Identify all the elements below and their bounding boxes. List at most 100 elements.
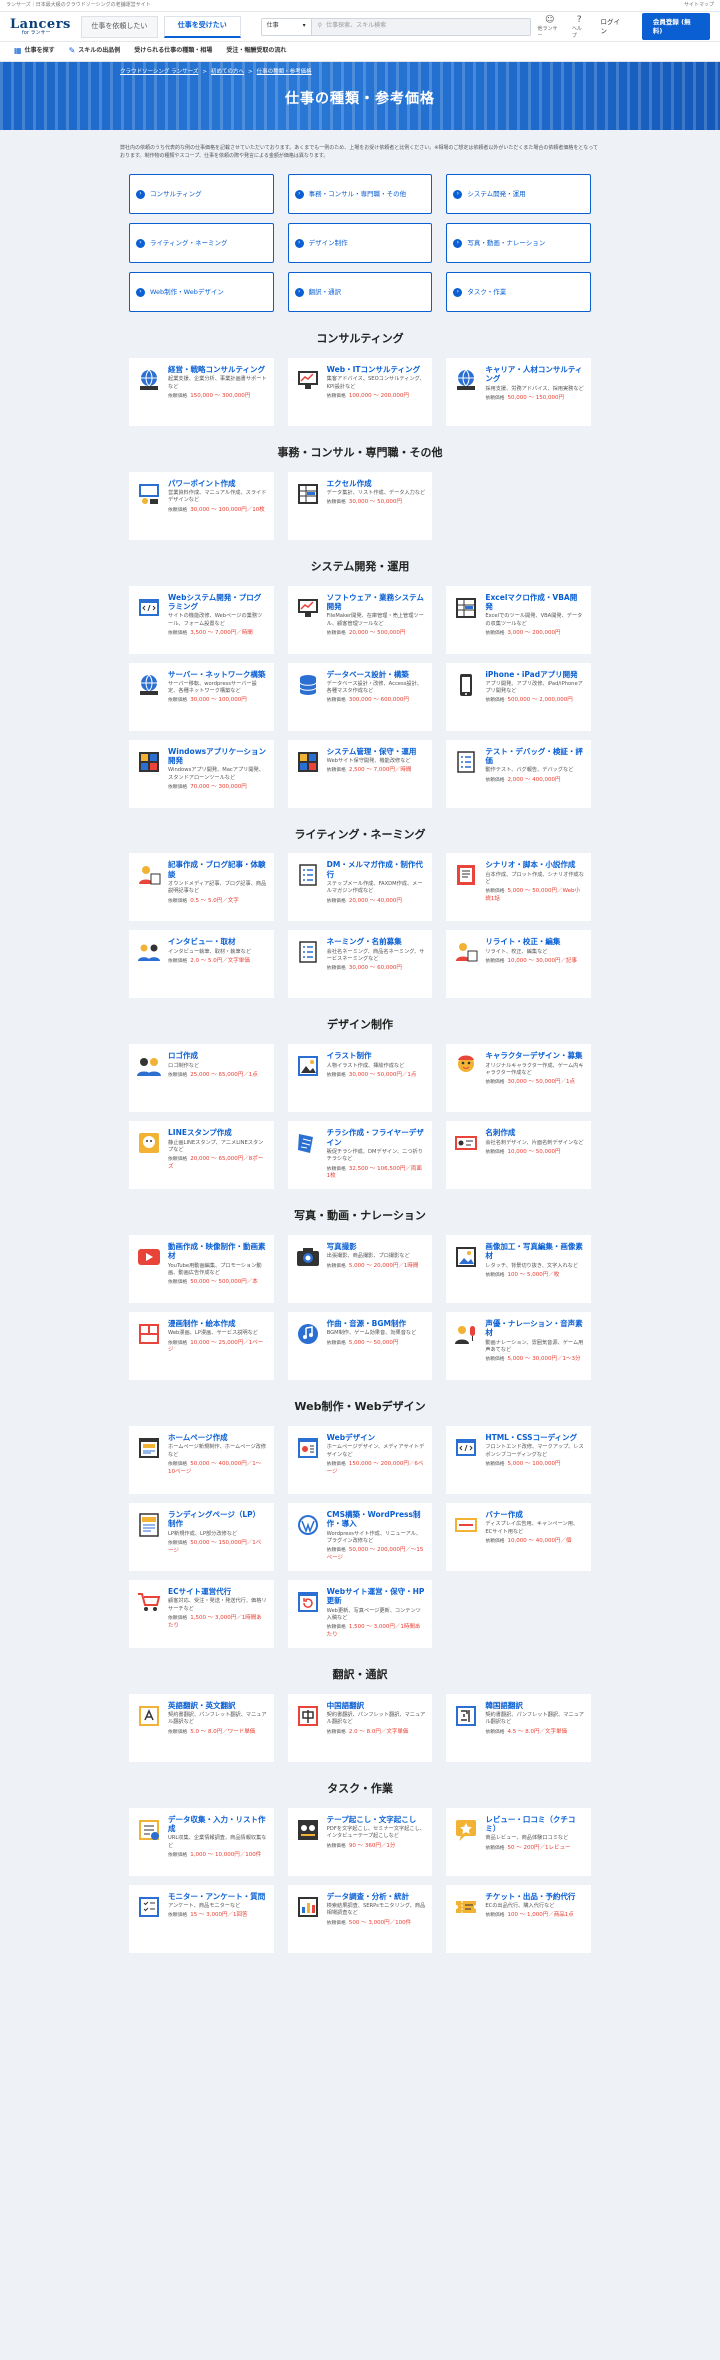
job-card[interactable]: ロゴ作成 ロゴ制作など 依頼価格 25,000 〜 65,000円／1点 [129, 1044, 274, 1113]
job-title-link[interactable]: CMS構築・WordPress制作・導入 [327, 1510, 426, 1529]
job-card[interactable]: チケット・出品・予約代行 ECの出品代行、購入代行など 依頼価格 100 〜 1,00… [446, 1884, 591, 1953]
other-lancer-link[interactable]: ☺ 他ランサー [537, 14, 561, 40]
category-link[interactable]: › タスク・作業 [446, 272, 591, 312]
job-card[interactable]: データ調査・分析・統計 検索結果調査、SERPsモニタリング、商品相場調査など 依頼… [287, 1884, 433, 1953]
search-input[interactable]: ⚲ 仕事探索、スキル検索 [311, 18, 531, 35]
job-card[interactable]: キャラクターデザイン・募集 オリジナルキャラクター作成、ゲーム内キャラクター作成な… [446, 1044, 591, 1113]
subnav-flow[interactable]: 受注・報酬受取の流れ [226, 47, 286, 55]
job-title-link[interactable]: Webデザイン [327, 1433, 426, 1442]
help-link[interactable]: ? ヘルプ [572, 14, 587, 40]
category-link[interactable]: › コンサルティング [129, 174, 274, 214]
job-title-link[interactable]: ランディングページ（LP）制作 [168, 1510, 267, 1529]
job-card[interactable]: ECサイト運営代行 顧客対応、受注・発送・発送代行、価格リサーチなど 依頼価格 1,5… [129, 1579, 274, 1648]
job-card[interactable]: バナー作成 ディスプレイ広告用、キャンペーン用、ECサイト用など 依頼価格 10,00… [446, 1502, 591, 1571]
job-card[interactable]: 記事作成・ブログ記事・体験談 オウンドメディア記事、ブログ記事、商品説明記事など依… [129, 853, 274, 922]
job-title-link[interactable]: イラスト制作 [327, 1051, 426, 1060]
job-title-link[interactable]: 画像加工・写真編集・画像素材 [485, 1242, 584, 1261]
job-card[interactable]: ソフトウェア・業務システム開発 FileMaker開発、在庫管理・売上管理ツール、… [287, 585, 433, 654]
job-card[interactable]: HTML・CSSコーディング フロントエンド改修、マークアップ、レスポンシブコーデ… [446, 1425, 591, 1494]
job-title-link[interactable]: Windowsアプリケーション開発 [168, 747, 267, 766]
job-card[interactable]: Windowsアプリケーション開発 Windowsアプリ開発、Macアプリ開発、ス… [129, 739, 274, 808]
job-title-link[interactable]: DM・メルマガ作成・制作代行 [327, 860, 426, 879]
job-card[interactable]: 英語翻訳・英文翻訳 契約書翻訳、パンフレット翻訳、マニュアル翻訳など 依頼価格 5.0… [129, 1693, 274, 1762]
job-title-link[interactable]: インタビュー・取材 [168, 937, 267, 946]
job-title-link[interactable]: iPhone・iPadアプリ開発 [485, 670, 584, 679]
lancers-logo[interactable]: Lancers for ランサー [10, 18, 70, 36]
job-card[interactable]: 画像加工・写真編集・画像素材 レタッチ、背景切り抜き、文字入れなど 依頼価格 100 … [446, 1235, 591, 1304]
job-title-link[interactable]: 漫画制作・絵本作成 [168, 1319, 267, 1328]
job-card[interactable]: 中国語翻訳 契約書翻訳、パンフレット翻訳、マニュアル翻訳など 依頼価格 2.0 〜 8… [287, 1693, 433, 1762]
job-card[interactable]: Webサイト運営・保守・HP更新 Web更新、写真ページ更新、コンテンツ入稿など依… [287, 1579, 433, 1648]
subnav-work-types[interactable]: 受けられる仕事の種類・相場 [134, 47, 212, 55]
job-title-link[interactable]: チラシ作成・フライヤーデザイン [327, 1128, 426, 1147]
category-link[interactable]: › Web制作・Webデザイン [129, 272, 274, 312]
job-card[interactable]: レビュー・口コミ（クチコミ） 商品レビュー、商品体験口コミなど 依頼価格 50 〜 2… [446, 1807, 591, 1876]
job-title-link[interactable]: データベース設計・構築 [327, 670, 426, 679]
job-card[interactable]: 経営・戦略コンサルティング 起業支援、企業分析、事業計画書サポートなど 依頼価格 15… [129, 357, 274, 426]
job-title-link[interactable]: 韓国語翻訳 [485, 1701, 584, 1710]
job-card[interactable]: テスト・デバッグ・検証・評価 動作テスト、バグ報告、デバッグなど 依頼価格 2,000… [446, 739, 591, 808]
job-card[interactable]: シナリオ・脚本・小説作成 台本作成、プロット作成、シナリオ作成など 依頼価格 5,00… [446, 853, 591, 922]
job-card[interactable]: iPhone・iPadアプリ開発 アプリ開発、アプリ改修、iPad/iPhoneア… [446, 662, 591, 731]
category-link[interactable]: › 翻訳・通訳 [287, 272, 433, 312]
login-link[interactable]: ログイン [601, 18, 626, 36]
job-title-link[interactable]: 写真撮影 [327, 1242, 426, 1251]
job-title-link[interactable]: データ調査・分析・統計 [327, 1892, 426, 1901]
job-card[interactable]: LINEスタンプ作成 静止画LINEスタンプ、アニメLINEスタンプなど 依頼価格 2… [129, 1121, 274, 1190]
category-link[interactable]: › システム開発・運用 [446, 174, 591, 214]
job-title-link[interactable]: LINEスタンプ作成 [168, 1128, 267, 1137]
job-title-link[interactable]: キャラクターデザイン・募集 [485, 1051, 584, 1060]
job-title-link[interactable]: 動画作成・映像制作・動画素材 [168, 1242, 267, 1261]
job-title-link[interactable]: テスト・デバッグ・検証・評価 [485, 747, 584, 766]
job-card[interactable]: 写真撮影 出張撮影、商品撮影、プロ撮影など 依頼価格 5,000 〜 20,000円／… [287, 1235, 433, 1304]
job-card[interactable]: CMS構築・WordPress制作・導入 Wordpressサイト作成、リニューア… [287, 1502, 433, 1571]
job-title-link[interactable]: リライト・校正・編集 [485, 937, 584, 946]
job-title-link[interactable]: ECサイト運営代行 [168, 1587, 267, 1596]
job-title-link[interactable]: バナー作成 [485, 1510, 584, 1519]
job-card[interactable]: サーバー・ネットワーク構築 サーバー移転、wordpressサーバー設定、各種ネッ… [129, 662, 274, 731]
job-card[interactable]: 作曲・音源・BGM制作 BGM制作、ゲーム効果音、効果音など 依頼価格 5,000 〜… [287, 1312, 433, 1381]
job-title-link[interactable]: Excelマクロ作成・VBA開発 [485, 593, 584, 612]
job-card[interactable]: ネーミング・名前募集 会社名ネーミング、商品名ネーミング、サービスネーミングなど依… [287, 930, 433, 999]
job-card[interactable]: 声優・ナレーション・音声素材 動画ナレーション、雰囲気音源、ゲーム用声あてなど 依頼… [446, 1312, 591, 1381]
job-title-link[interactable]: エクセル作成 [327, 479, 426, 488]
job-title-link[interactable]: モニター・アンケート・質問 [168, 1892, 267, 1901]
category-link[interactable]: › 事務・コンサル・専門職・その他 [287, 174, 433, 214]
job-title-link[interactable]: Web・ITコンサルティング [327, 365, 426, 374]
category-link[interactable]: › デザイン制作 [287, 223, 433, 263]
job-title-link[interactable]: テープ起こし・文字起こし [327, 1815, 426, 1824]
breadcrumb-beginners[interactable]: 初めての方へ [211, 69, 244, 76]
job-title-link[interactable]: 名刺作成 [485, 1128, 584, 1137]
category-link[interactable]: › ライティング・ネーミング [129, 223, 274, 263]
job-card[interactable]: データ収集・入力・リスト作成 URL収集、企業情報調査、商品情報収集など 依頼価格 1… [129, 1807, 274, 1876]
subnav-skill-examples[interactable]: ✎ スキルの出品例 [69, 46, 121, 57]
job-title-link[interactable]: ネーミング・名前募集 [327, 937, 426, 946]
job-title-link[interactable]: データ収集・入力・リスト作成 [168, 1815, 267, 1834]
job-title-link[interactable]: Webシステム開発・プログラミング [168, 593, 267, 612]
job-title-link[interactable]: シナリオ・脚本・小説作成 [485, 860, 584, 869]
job-card[interactable]: 名刺作成 会社名刺デザイン、片面名刺デザインなど 依頼価格 10,000 〜 50,0… [446, 1121, 591, 1190]
job-title-link[interactable]: HTML・CSSコーディング [485, 1433, 584, 1442]
sitemap-link[interactable]: サイトマップ [684, 2, 714, 9]
job-title-link[interactable]: 作曲・音源・BGM制作 [327, 1319, 426, 1328]
job-card[interactable]: Webデザイン ホームページデザイン、メディアサイトデザインなど 依頼価格 150,0… [287, 1425, 433, 1494]
job-card[interactable]: イラスト制作 人物イラスト作成、挿絵作成など 依頼価格 30,000 〜 50,000… [287, 1044, 433, 1113]
breadcrumb-home[interactable]: クラウドソーシング ランサーズ [120, 69, 198, 76]
job-card[interactable]: Webシステム開発・プログラミング サイトの機能改修、Webページの業務ツール、フ… [129, 585, 274, 654]
job-title-link[interactable]: ホームページ作成 [168, 1433, 267, 1442]
job-card[interactable]: インタビュー・取材 インタビュー執筆、取材・執筆など 依頼価格 2.0 〜 5.0円／… [129, 930, 274, 999]
job-title-link[interactable]: 経営・戦略コンサルティング [168, 365, 267, 374]
job-card[interactable]: モニター・アンケート・質問 アンケート、商品モニターなど 依頼価格 15 〜 3,00… [129, 1884, 274, 1953]
job-title-link[interactable]: チケット・出品・予約代行 [485, 1892, 584, 1901]
job-card[interactable]: エクセル作成 データ集計、リスト作成、データ入力など 依頼価格 30,000 〜 50… [287, 471, 433, 540]
job-title-link[interactable]: レビュー・口コミ（クチコミ） [485, 1815, 584, 1834]
job-title-link[interactable]: ロゴ作成 [168, 1051, 267, 1060]
signup-button[interactable]: 会員登録 (無料) [641, 12, 710, 41]
job-card[interactable]: テープ起こし・文字起こし PDFを文字起こし、セミナー文字起こし、インタビューテー… [287, 1807, 433, 1876]
job-card[interactable]: 韓国語翻訳 契約書翻訳、パンフレット翻訳、マニュアル翻訳など 依頼価格 4.5 〜 8… [446, 1693, 591, 1762]
search-type-select[interactable]: 仕事 ▾ [261, 18, 312, 35]
job-title-link[interactable]: 声優・ナレーション・音声素材 [485, 1319, 584, 1338]
job-card[interactable]: Web・ITコンサルティング 集客アドバイス、SEOコンサルティング、KPI設計な… [287, 357, 433, 426]
job-title-link[interactable]: 記事作成・ブログ記事・体験談 [168, 860, 267, 879]
job-title-link[interactable]: Webサイト運営・保守・HP更新 [327, 1587, 426, 1606]
